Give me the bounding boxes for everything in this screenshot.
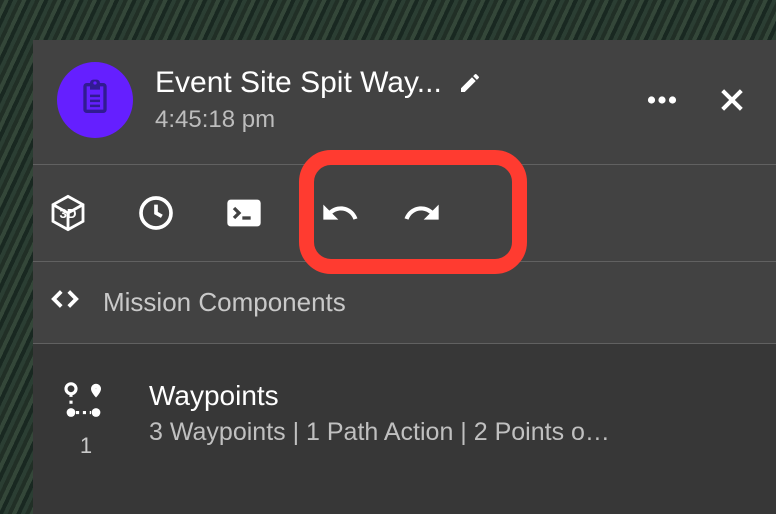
clipboard-icon [75,78,115,123]
waypoints-summary: 3 Waypoints | 1 Path Action | 2 Points o… [149,418,758,447]
section-header[interactable]: Mission Components [33,262,776,344]
panel-header: Event Site Spit Way... 4:45:18 pm [33,40,776,164]
edit-title-button[interactable] [458,71,482,95]
mission-title: Event Site Spit Way... [155,66,442,100]
svg-text:3D: 3D [59,206,76,221]
3d-view-button[interactable]: 3D [47,192,89,234]
mission-panel: Event Site Spit Way... 4:45:18 pm 3D [33,40,776,514]
title-block: Event Site Spit Way... 4:45:18 pm [155,66,622,134]
mission-avatar [57,62,133,138]
close-panel-button[interactable] [716,84,748,116]
components-list: 1 Waypoints 3 Waypoints | 1 Path Action … [33,344,776,514]
waypoints-item[interactable]: 1 Waypoints 3 Waypoints | 1 Path Action … [33,344,776,459]
mission-timestamp: 4:45:18 pm [155,106,622,134]
terminal-button[interactable] [223,192,265,234]
section-title: Mission Components [103,287,346,318]
undo-button[interactable] [319,192,361,234]
waypoints-count: 1 [80,433,92,459]
waypoints-title: Waypoints [149,380,758,412]
more-options-button[interactable] [644,82,680,118]
redo-button[interactable] [401,192,443,234]
history-button[interactable] [135,192,177,234]
route-icon [60,380,112,425]
chevrons-icon [45,284,85,321]
toolbar: 3D [33,164,776,262]
